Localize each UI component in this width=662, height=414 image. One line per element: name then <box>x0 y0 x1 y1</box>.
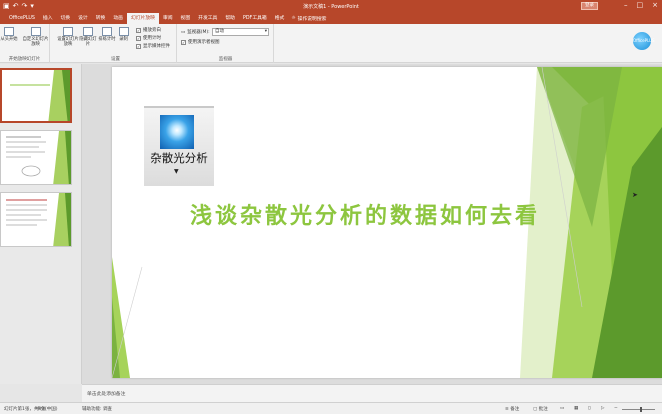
ribbon: 从头开始 自定义幻灯片放映 开始放映幻灯片 设置幻灯片放映 隐藏幻灯片 排练计时… <box>0 24 662 63</box>
monitors-group: ▭ 监视器(M): 自动 ▾ ✓ 使用演示者视图 监视器 <box>178 24 274 63</box>
thumbnail-graphic <box>6 131 71 184</box>
thumbnail-graphic <box>10 70 70 121</box>
tab-view[interactable]: 视图 <box>177 13 195 24</box>
tab-help[interactable]: 帮助 <box>221 13 239 24</box>
rehearse-timings-button[interactable]: 排练计时 <box>98 27 116 42</box>
group-label: 设置 <box>111 57 120 62</box>
window-controls: – □ × <box>624 1 658 9</box>
accessibility-status[interactable]: 辅助功能: 调查 <box>82 406 112 412</box>
ribbon-tabs: OfficePLUS 插入 切换 设计 转换 动画 幻灯片放映 审阅 视图 开发… <box>0 13 662 24</box>
slide-thumbnail-1[interactable] <box>0 68 72 123</box>
group-label: 监视器 <box>218 57 233 62</box>
comments-toggle-button[interactable]: ▢ 批注 <box>533 406 548 412</box>
slide-thumbnail-panel <box>0 64 82 384</box>
show-media-controls-checkbox[interactable]: ✓ 显示媒体控件 <box>136 43 170 49</box>
slide-thumbnail-2[interactable] <box>0 130 72 185</box>
setup-icon <box>63 27 73 36</box>
zoom-out-icon[interactable]: − <box>614 406 618 411</box>
close-icon[interactable]: × <box>652 1 658 9</box>
monitor-select[interactable]: 自动 ▾ <box>212 28 269 36</box>
language-indicator[interactable]: 中文(中国) <box>36 406 58 412</box>
tab-design[interactable]: 设计 <box>74 13 92 24</box>
zoom-slider-thumb[interactable] <box>640 407 642 412</box>
slide-editing-area: 杂散光分析 ▼ 浅谈杂散光分析的数据如何去看 ➤ <box>82 64 662 384</box>
tell-me-search[interactable]: ☼ 操作说明搜索 <box>288 15 326 22</box>
use-timings-checkbox[interactable]: ✓ 使用计时 <box>136 35 161 41</box>
tab-pdf-tools[interactable]: PDF工具箱 <box>239 13 271 24</box>
window-title: 演示文稿1 - PowerPoint <box>303 4 359 10</box>
tab-officeplus[interactable]: OfficePLUS <box>5 13 39 24</box>
tab-insert[interactable]: 插入 <box>39 13 57 24</box>
lens-flare-icon <box>160 115 194 149</box>
record-icon <box>118 27 129 36</box>
checkbox-checked-icon: ✓ <box>136 43 141 49</box>
slide-sorter-icon[interactable]: ▦ <box>574 406 578 411</box>
play-narrations-checkbox[interactable]: ✓ 播放旁白 <box>136 27 161 33</box>
slideshow-start-icon <box>4 27 14 36</box>
slide-thumbnail-3[interactable] <box>0 192 72 247</box>
notes-pane[interactable]: 单击此处添加备注 <box>82 384 662 402</box>
title-bar: ▣ ↶ ↷ ▾ 演示文稿1 - PowerPoint 登录 – □ × <box>0 0 662 13</box>
logo-text: 杂散光分析 <box>150 151 208 165</box>
tell-me-label: 操作说明搜索 <box>297 17 327 22</box>
notes-placeholder: 单击此处添加备注 <box>87 392 126 397</box>
slideshow-view-icon[interactable]: ▷ <box>601 406 604 411</box>
from-beginning-button[interactable]: 从头开始 <box>0 27 20 42</box>
monitor-label: ▭ 监视器(M): <box>181 29 210 36</box>
restore-icon[interactable]: □ <box>637 1 644 9</box>
timer-icon <box>102 27 112 36</box>
custom-slideshow-button[interactable]: 自定义幻灯片放映 <box>22 27 49 47</box>
reading-view-icon[interactable]: ▯ <box>588 406 590 411</box>
checkbox-checked-icon: ✓ <box>181 39 186 45</box>
tab-format[interactable]: 格式 <box>271 13 289 24</box>
tab-slideshow[interactable]: 幻灯片放映 <box>126 13 159 24</box>
zoom-slider[interactable] <box>622 409 655 410</box>
checkbox-checked-icon: ✓ <box>136 27 141 33</box>
current-slide[interactable]: 杂散光分析 ▼ 浅谈杂散光分析的数据如何去看 ➤ <box>112 67 662 378</box>
tab-review[interactable]: 审阅 <box>159 13 177 24</box>
tab-convert[interactable]: 转换 <box>92 13 110 24</box>
chevron-down-icon: ▾ <box>264 29 267 34</box>
group-label: 开始放映幻灯片 <box>8 57 41 62</box>
custom-slideshow-icon <box>30 27 41 36</box>
checkbox-checked-icon: ✓ <box>136 35 141 41</box>
slide-title[interactable]: 浅谈杂散光分析的数据如何去看 <box>190 198 540 230</box>
setup-slideshow-button[interactable]: 设置幻灯片放映 <box>57 27 79 47</box>
officeplus-avatar[interactable]: OfficePLUS <box>633 32 655 50</box>
presenter-view-checkbox[interactable]: ✓ 使用演示者视图 <box>181 39 220 45</box>
start-slideshow-group: 从头开始 自定义幻灯片放映 开始放映幻灯片 <box>0 24 50 63</box>
mouse-cursor-icon: ➤ <box>632 191 638 199</box>
setup-group: 设置幻灯片放映 隐藏幻灯片 排练计时 录制 ✓ 播放旁白 ✓ 使用计时 ✓ 显示媒体控… <box>55 24 177 63</box>
notes-icon: ≡ <box>505 407 509 412</box>
logo-image: 杂散光分析 ▼ <box>144 106 214 186</box>
login-button[interactable]: 登录 <box>581 2 598 10</box>
record-button[interactable]: 录制 <box>117 27 130 42</box>
lightbulb-icon: ☼ <box>291 16 296 21</box>
minimize-icon[interactable]: – <box>624 1 628 9</box>
comment-icon: ▢ <box>533 407 538 412</box>
caret-down-icon: ▼ <box>174 168 179 175</box>
hide-slide-icon <box>83 27 93 36</box>
thumbnail-graphic <box>6 193 71 246</box>
notes-toggle-button[interactable]: ≡ 备注 <box>505 406 519 412</box>
tab-developer[interactable]: 开发工具 <box>194 13 221 24</box>
monitor-icon: ▭ <box>181 29 186 35</box>
status-bar: 幻灯片第1张，共3张 中文(中国) 辅助功能: 调查 ≡ 备注 ▢ 批注 ▭ ▦… <box>0 402 662 414</box>
hide-slide-button[interactable]: 隐藏幻灯片 <box>79 27 97 47</box>
tab-animations[interactable]: 动画 <box>109 13 127 24</box>
normal-view-icon[interactable]: ▭ <box>560 406 564 411</box>
tab-transitions[interactable]: 切换 <box>57 13 75 24</box>
